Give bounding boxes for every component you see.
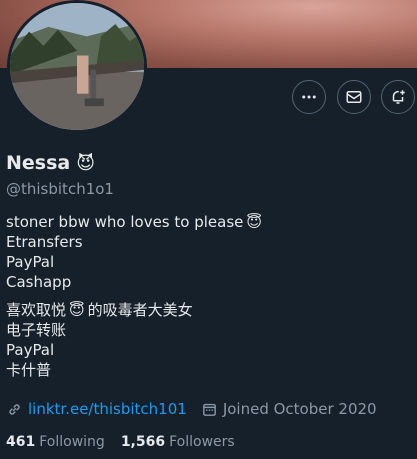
bio-text: 卡什普 [6, 361, 52, 379]
calendar-icon [202, 403, 216, 416]
followers-link[interactable]: 1,566 Followers [121, 434, 235, 450]
bio-text: PayPal [6, 253, 55, 271]
angel-emoji: 😇 [246, 213, 262, 231]
profile-link[interactable]: linktr.ee/thisbitch101 [6, 400, 187, 418]
following-link[interactable]: 461 Following [6, 434, 105, 450]
bio-text: 的吸毒者大美女 [87, 301, 193, 319]
profile-link-text[interactable]: linktr.ee/thisbitch101 [28, 400, 187, 418]
devil-emoji: 😈 [76, 152, 95, 174]
message-button[interactable] [337, 80, 371, 114]
followers-label: Followers [169, 434, 235, 450]
bio-text: PayPal [6, 341, 55, 359]
profile-meta: linktr.ee/thisbitch101 Joined October 20… [6, 400, 391, 418]
angel-emoji: 😇 [69, 301, 85, 319]
following-label: Following [39, 434, 105, 450]
bio-line: PayPal [6, 252, 262, 272]
bio-text: 电子转账 [6, 321, 67, 339]
bio-text: Etransfers [6, 233, 83, 251]
more-button[interactable] [292, 80, 326, 114]
profile-name: Nessa [6, 152, 71, 174]
profile-handle: @thisbitch1o1 [6, 180, 114, 198]
profile-bio: stoner bbw who loves to please 😇 Etransf… [6, 212, 262, 380]
following-count: 461 [6, 434, 36, 450]
bio-text: Cashapp [6, 273, 72, 291]
bio-line-cn: 喜欢取悦 😇 的吸毒者大美女 [6, 300, 262, 320]
bio-text: stoner bbw who loves to please [6, 213, 244, 231]
avatar[interactable] [7, 0, 147, 133]
bio-line: Cashapp [6, 272, 262, 292]
link-icon [9, 403, 20, 415]
bell-plus-icon [392, 90, 405, 104]
join-date-text: Joined October 2020 [222, 400, 377, 418]
bio-line-cn: PayPal [6, 340, 262, 360]
bio-line-cn: 卡什普 [6, 360, 262, 380]
join-date: Joined October 2020 [201, 400, 377, 418]
bio-text: 喜欢取悦 [6, 301, 67, 319]
envelope-icon [346, 91, 362, 103]
profile-name-row: Nessa 😈 [6, 152, 95, 174]
followers-count: 1,566 [120, 434, 166, 450]
notify-button[interactable] [381, 80, 415, 114]
bio-line-cn: 电子转账 [6, 320, 262, 340]
more-icon [302, 95, 316, 99]
bio-line: Etransfers [6, 232, 262, 252]
bio-line: stoner bbw who loves to please 😇 [6, 212, 262, 232]
follow-stats: 461 Following 1,566 Followers [6, 434, 251, 450]
